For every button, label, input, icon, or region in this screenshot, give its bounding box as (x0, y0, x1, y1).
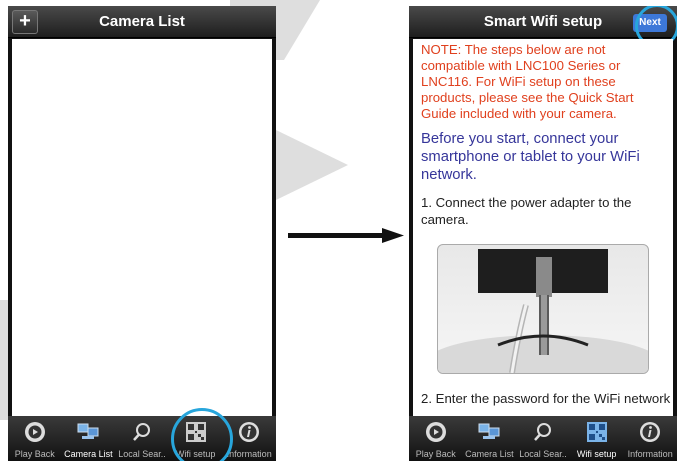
tab-label: Camera List (64, 449, 113, 459)
camera-list-icon (478, 423, 500, 439)
tab-label: Local Sear.. (519, 449, 567, 459)
highlight-circle (171, 408, 233, 461)
tab-label: Camera List (465, 449, 514, 459)
camera-power-illustration (438, 249, 648, 373)
bottom-tab-bar: Play Back Camera List Local Sear.. Wifi … (409, 416, 677, 461)
tab-label: Wifi setup (576, 449, 617, 459)
right-arrow-icon (288, 228, 404, 243)
bottom-tab-bar: Play Back Camera List Local Sear.. Wifi … (8, 416, 276, 461)
tab-play-back[interactable]: Play Back (409, 416, 463, 461)
camera-list-area (12, 39, 272, 416)
before-you-start-text: Before you start, connect your smartphon… (421, 131, 640, 183)
camera-list-icon (77, 423, 99, 439)
camera-power-photo (437, 244, 649, 374)
add-camera-button[interactable]: + (12, 10, 38, 34)
tab-camera-list[interactable]: Camera List (463, 416, 517, 461)
search-icon (133, 423, 150, 441)
screen-title: Camera List (99, 13, 185, 30)
tab-play-back[interactable]: Play Back (8, 416, 62, 461)
info-icon (640, 422, 661, 442)
playback-icon (425, 422, 446, 442)
tab-information[interactable]: Information (623, 416, 677, 461)
compatibility-note: NOTE: The steps below are not compatible… (421, 42, 634, 121)
tab-camera-list[interactable]: Camera List (62, 416, 116, 461)
qr-code-icon (586, 422, 607, 442)
background-arrow-shape-mid (276, 130, 348, 200)
smart-wifi-setup-screen: Smart Wifi setup Next NOTE: The steps be… (409, 6, 677, 461)
background-arrow-shape-bottom-left (0, 300, 8, 420)
playback-icon (24, 422, 45, 442)
search-icon (534, 423, 551, 441)
info-icon (239, 422, 260, 442)
tab-label: Information (627, 449, 673, 459)
step-1-text: 1. Connect the power adapter to the came… (421, 195, 632, 227)
title-bar: Camera List + (8, 6, 276, 38)
step-2-text: 2. Enter the password for the WiFi netwo… (421, 391, 671, 406)
tab-label: Local Sear.. (118, 449, 166, 459)
tab-local-search[interactable]: Local Sear.. (115, 416, 169, 461)
instructions-panel[interactable]: NOTE: The steps below are not compatible… (413, 39, 673, 416)
camera-list-screen: Camera List + Play Back Camera List Loca… (8, 6, 276, 461)
tab-local-search[interactable]: Local Sear.. (516, 416, 570, 461)
tab-wifi-setup[interactable]: Wifi setup (570, 416, 624, 461)
